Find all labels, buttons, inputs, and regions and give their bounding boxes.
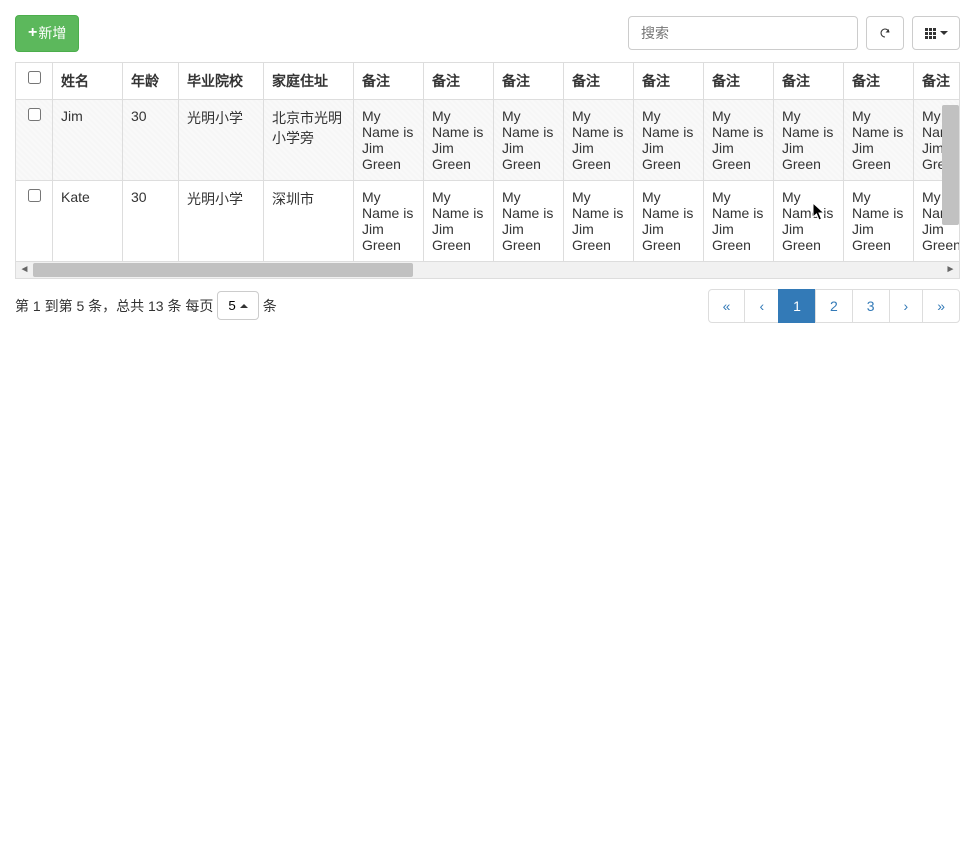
scroll-left-arrow[interactable]: ◄	[16, 262, 33, 278]
add-button-label: 新增	[38, 23, 66, 43]
search-input[interactable]	[628, 16, 858, 50]
cell-note: My Name is Jim Green	[563, 180, 633, 261]
header-note[interactable]: 备注	[633, 63, 703, 99]
cell-note: My Name is Jim Green	[633, 99, 703, 180]
cell-name: Kate	[52, 180, 122, 261]
vertical-scrollbar[interactable]	[942, 105, 959, 225]
cell-note: My Name is Jim Green	[493, 180, 563, 261]
cell-note: My Name is Jim Green	[633, 180, 703, 261]
cell-note: My Name is Jim Green	[563, 99, 633, 180]
row-checkbox[interactable]	[28, 108, 41, 121]
cell-address: 深圳市	[263, 180, 353, 261]
cell-note: My Name is Jim Green	[493, 99, 563, 180]
header-address[interactable]: 家庭住址	[263, 63, 353, 99]
data-table: 姓名 年龄 毕业院校 家庭住址 备注 备注 备注 备注 备注 备注 备注 备注 …	[15, 62, 960, 279]
cell-note: My Name is Jim Green	[843, 99, 913, 180]
pagination-info-suffix: 条	[263, 296, 277, 316]
header-age[interactable]: 年龄	[122, 63, 178, 99]
header-checkbox-cell	[16, 63, 52, 99]
cell-age: 30	[122, 99, 178, 180]
caret-up-icon	[240, 304, 248, 308]
page-size-select[interactable]: 5	[217, 291, 258, 320]
cell-note: My Name is Jim Green	[353, 180, 423, 261]
header-name[interactable]: 姓名	[52, 63, 122, 99]
grid-icon	[925, 28, 936, 39]
header-note[interactable]: 备注	[703, 63, 773, 99]
pagination: « ‹ 1 2 3 › »	[709, 289, 960, 323]
header-note[interactable]: 备注	[423, 63, 493, 99]
page-2[interactable]: 2	[815, 289, 853, 323]
page-3[interactable]: 3	[852, 289, 890, 323]
cell-note: My Name is Jim Green	[703, 180, 773, 261]
caret-down-icon	[940, 31, 948, 35]
cell-note: My Name is Jim Green	[843, 180, 913, 261]
cell-note: My Name is Jim Green	[353, 99, 423, 180]
header-note[interactable]: 备注	[843, 63, 913, 99]
header-school[interactable]: 毕业院校	[178, 63, 263, 99]
row-checkbox[interactable]	[28, 189, 41, 202]
header-note[interactable]: 备注	[773, 63, 843, 99]
cell-note: My Name is Jim Green	[423, 180, 493, 261]
refresh-button[interactable]	[866, 16, 904, 50]
cell-note: My Name is Jim Green	[423, 99, 493, 180]
page-1[interactable]: 1	[778, 289, 816, 323]
cell-address: 北京市光明小学旁	[263, 99, 353, 180]
page-last[interactable]: »	[922, 289, 960, 323]
table-row[interactable]: Jim 30 光明小学 北京市光明小学旁 My Name is Jim Gree…	[16, 99, 959, 180]
header-note[interactable]: 备注	[353, 63, 423, 99]
page-size-value: 5	[228, 298, 235, 313]
page-first[interactable]: «	[708, 289, 746, 323]
horizontal-scrollbar[interactable]: ◄ ►	[16, 261, 959, 278]
cell-name: Jim	[52, 99, 122, 180]
cell-age: 30	[122, 180, 178, 261]
select-all-checkbox[interactable]	[28, 71, 41, 84]
table-row[interactable]: Kate 30 光明小学 深圳市 My Name is Jim Green My…	[16, 180, 959, 261]
page-prev[interactable]: ‹	[744, 289, 779, 323]
page-next[interactable]: ›	[889, 289, 924, 323]
columns-button[interactable]	[912, 16, 960, 50]
add-button[interactable]: +新增	[15, 15, 79, 52]
cell-school: 光明小学	[178, 99, 263, 180]
pagination-info: 第 1 到第 5 条，总共 13 条 每页	[15, 296, 213, 316]
cell-note: My Name is Jim Green	[703, 99, 773, 180]
header-note[interactable]: 备注	[913, 63, 959, 99]
cell-note: My Name is Jim Green	[773, 180, 843, 261]
plus-icon: +	[28, 22, 37, 45]
scroll-right-arrow[interactable]: ►	[942, 262, 959, 278]
header-note[interactable]: 备注	[563, 63, 633, 99]
header-note[interactable]: 备注	[493, 63, 563, 99]
scroll-thumb[interactable]	[33, 263, 413, 277]
refresh-icon	[879, 26, 891, 40]
cell-school: 光明小学	[178, 180, 263, 261]
cell-note: My Name is Jim Green	[773, 99, 843, 180]
